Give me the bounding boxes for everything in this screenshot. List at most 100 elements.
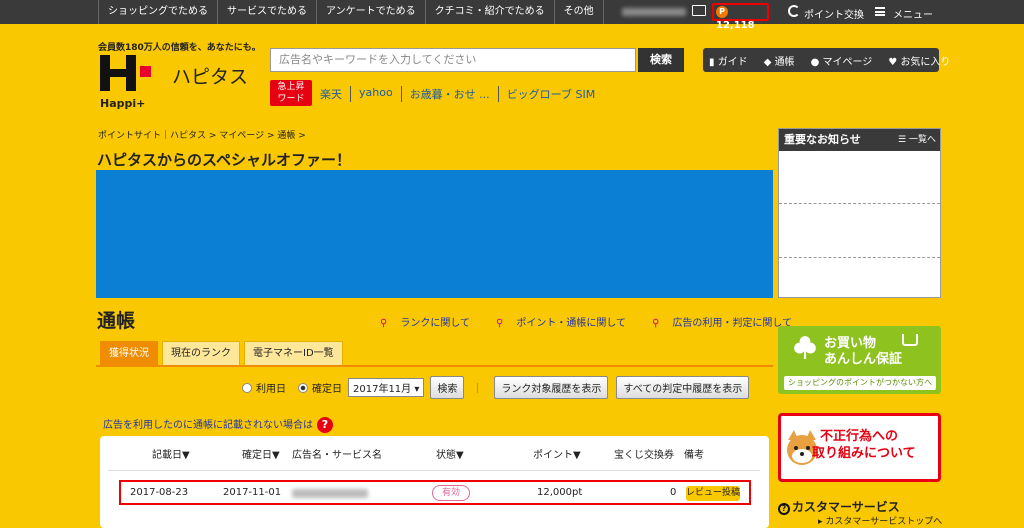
favorites-label: お気に入り [900, 56, 951, 68]
cs-link-text: カスタマーサービストップへ [825, 517, 943, 527]
tab-emoney[interactable]: 電子マネーID一覧 [244, 341, 343, 366]
missing-notice[interactable]: 広告を利用したのに通帳に記載されない場合は? [103, 416, 333, 433]
cell-points: 12,000pt [537, 487, 583, 498]
review-button[interactable]: レビュー投稿 [686, 486, 740, 501]
col-header[interactable]: 確定日▼ [242, 446, 280, 461]
help-links: ⚲ ランクに関して ⚲ ポイント・通帳に関して ⚲ 広告の利用・判定に関して [380, 314, 818, 329]
key-icon: ⚲ [652, 318, 660, 329]
month-value: 2017年11月 [353, 384, 412, 395]
nav-review-invite[interactable]: クチコミ・紹介でためる [426, 0, 555, 24]
header-buttons: ▮ ガイド ◆ 通帳 ● マイページ ♥ お気に入り [703, 48, 950, 72]
nav-shopping[interactable]: ショッピングでためる [98, 0, 218, 24]
nav-service[interactable]: サービスでためる [218, 0, 317, 24]
cell-date: 2017-08-23 [130, 487, 189, 498]
news-divider [779, 257, 940, 258]
col-header: 備考 [684, 450, 704, 461]
top-bar: ショッピングでためる サービスでためる アンケートでためる クチコミ・紹介でため… [0, 0, 1024, 31]
trending-word[interactable]: お歳暮・おせ ... [400, 86, 498, 102]
tab-underline [96, 365, 773, 367]
cell-confirmed: 2017-11-01 [223, 487, 282, 498]
passbook-label: 通帳 [774, 56, 795, 68]
nav-other[interactable]: その他 [555, 0, 604, 24]
all-pending-button[interactable]: すべての判定中履歴を表示 [616, 376, 750, 399]
tab-rank[interactable]: 現在のランク [162, 341, 240, 366]
key-icon: ⚲ [380, 318, 388, 329]
trending-label-1: 急上昇 [277, 82, 305, 92]
nav-survey[interactable]: アンケートでためる [317, 0, 426, 24]
passbook-button[interactable]: ◆ 通帳 [764, 53, 803, 68]
tagline: 会員数180万人の信頼を、あなたにも。 [98, 43, 261, 53]
clover-icon [794, 336, 816, 359]
use-date-label: 利用日 [256, 384, 286, 395]
guarantee-line-2: あんしん保証 [824, 352, 903, 367]
logo-text: Happi+ [100, 97, 146, 110]
points-balance[interactable]: P 12,118 [712, 3, 769, 31]
trending-word[interactable]: yahoo [350, 86, 401, 102]
col-header[interactable]: 記載日▼ [152, 446, 190, 461]
col-header[interactable]: ポイント▼ [533, 446, 581, 461]
header-divider [108, 470, 760, 471]
confirm-date-label: 確定日 [312, 384, 342, 395]
trending-word[interactable]: ビッグローブ SIM [497, 86, 604, 102]
col-header[interactable]: 状態▼ [436, 446, 464, 461]
news-header: 重要なお知らせ ☰ 一覧へ [779, 129, 940, 151]
filter-search-button[interactable]: 検索 [430, 376, 465, 399]
divider: ｜ [472, 384, 483, 395]
guide-label: ガイド [717, 56, 748, 68]
fraud-title: 不正行為への 取り組みについて [812, 428, 916, 462]
mail-icon[interactable] [692, 5, 706, 16]
cs-title-text: カスタマーサービス [792, 500, 900, 514]
help-link-label: ポイント・通帳に関して [516, 318, 627, 329]
cart-icon [902, 334, 918, 346]
guarantee-title: お買い物 あんしん保証 [824, 336, 902, 368]
help-link-label: ランクに関して [400, 318, 471, 329]
key-icon: ⚲ [496, 318, 504, 329]
point-coin-icon: P [716, 6, 728, 18]
points-value: 12,118 [716, 20, 755, 31]
guarantee-line-1: お買い物 [824, 336, 877, 351]
logo-red-square [140, 66, 151, 77]
radio-confirm-date[interactable] [298, 382, 308, 393]
help-link-rank[interactable]: ⚲ ランクに関して [380, 314, 483, 329]
trending-word[interactable]: 楽天 [320, 86, 350, 102]
rank-history-button[interactable]: ランク対象履歴を表示 [494, 376, 609, 399]
mypage-label: マイページ [822, 56, 873, 68]
search-button[interactable]: 検索 [638, 48, 684, 72]
trending-words: 楽天 yahoo お歳暮・おせ ... ビッグローブ SIM [320, 86, 603, 102]
search-input[interactable]: 広告名やキーワードを入力してください [270, 48, 636, 72]
happi-logo-icon[interactable] [100, 55, 136, 91]
offer-banner[interactable] [96, 170, 773, 298]
fraud-line-2: 取り組みについて [812, 446, 916, 461]
ad-name-blurred[interactable] [292, 489, 368, 498]
news-all-label: 一覧へ [908, 135, 936, 145]
tab-earnings[interactable]: 獲得状況 [100, 341, 158, 366]
news-title: 重要なお知らせ [784, 133, 861, 146]
menu-link[interactable]: メニュー [893, 6, 933, 21]
question-icon[interactable]: ? [317, 417, 333, 433]
offer-title: ハピタスからのスペシャルオファー！ [97, 151, 351, 169]
filter-bar: 利用日 確定日 2017年11月 ▾ 検索 ｜ ランク対象履歴を表示 すべての判… [242, 376, 757, 399]
tabs: 獲得状況 現在のランク 電子マネーID一覧 [100, 341, 347, 366]
status-badge: 有効 [432, 485, 470, 501]
help-link-label: 広告の利用・判定に関して [672, 318, 793, 329]
point-exchange-link[interactable]: ポイント交換 [804, 6, 864, 21]
news-all-link[interactable]: ☰ 一覧へ [898, 129, 936, 151]
breadcrumb[interactable]: ポイントサイト｜ハピタス > マイページ > 通帳 > [98, 128, 306, 141]
customer-service-link[interactable]: ▸ カスタマーサービストップへ [818, 514, 942, 527]
guarantee-subtitle: ショッピングのポイントがつかない方へ [784, 376, 936, 390]
guide-button[interactable]: ▮ ガイド [709, 53, 756, 68]
col-header: 宝くじ交換券 [614, 450, 674, 461]
radio-use-date[interactable] [242, 382, 252, 393]
exchange-icon [788, 5, 800, 17]
col-header: 広告名・サービス名 [292, 450, 382, 461]
site-name[interactable]: ハピタス [172, 62, 248, 89]
help-link-points[interactable]: ⚲ ポイント・通帳に関して [496, 314, 639, 329]
favorites-button[interactable]: ♥ お気に入り [888, 53, 958, 68]
news-divider [779, 203, 940, 204]
menu-icon[interactable] [875, 7, 885, 16]
mypage-button[interactable]: ● マイページ [811, 53, 881, 68]
top-nav: ショッピングでためる サービスでためる アンケートでためる クチコミ・紹介でため… [98, 0, 604, 24]
cell-lottery: 0 [670, 487, 677, 498]
trending-label-2: ワード [277, 94, 305, 104]
month-select[interactable]: 2017年11月 ▾ [348, 378, 425, 397]
